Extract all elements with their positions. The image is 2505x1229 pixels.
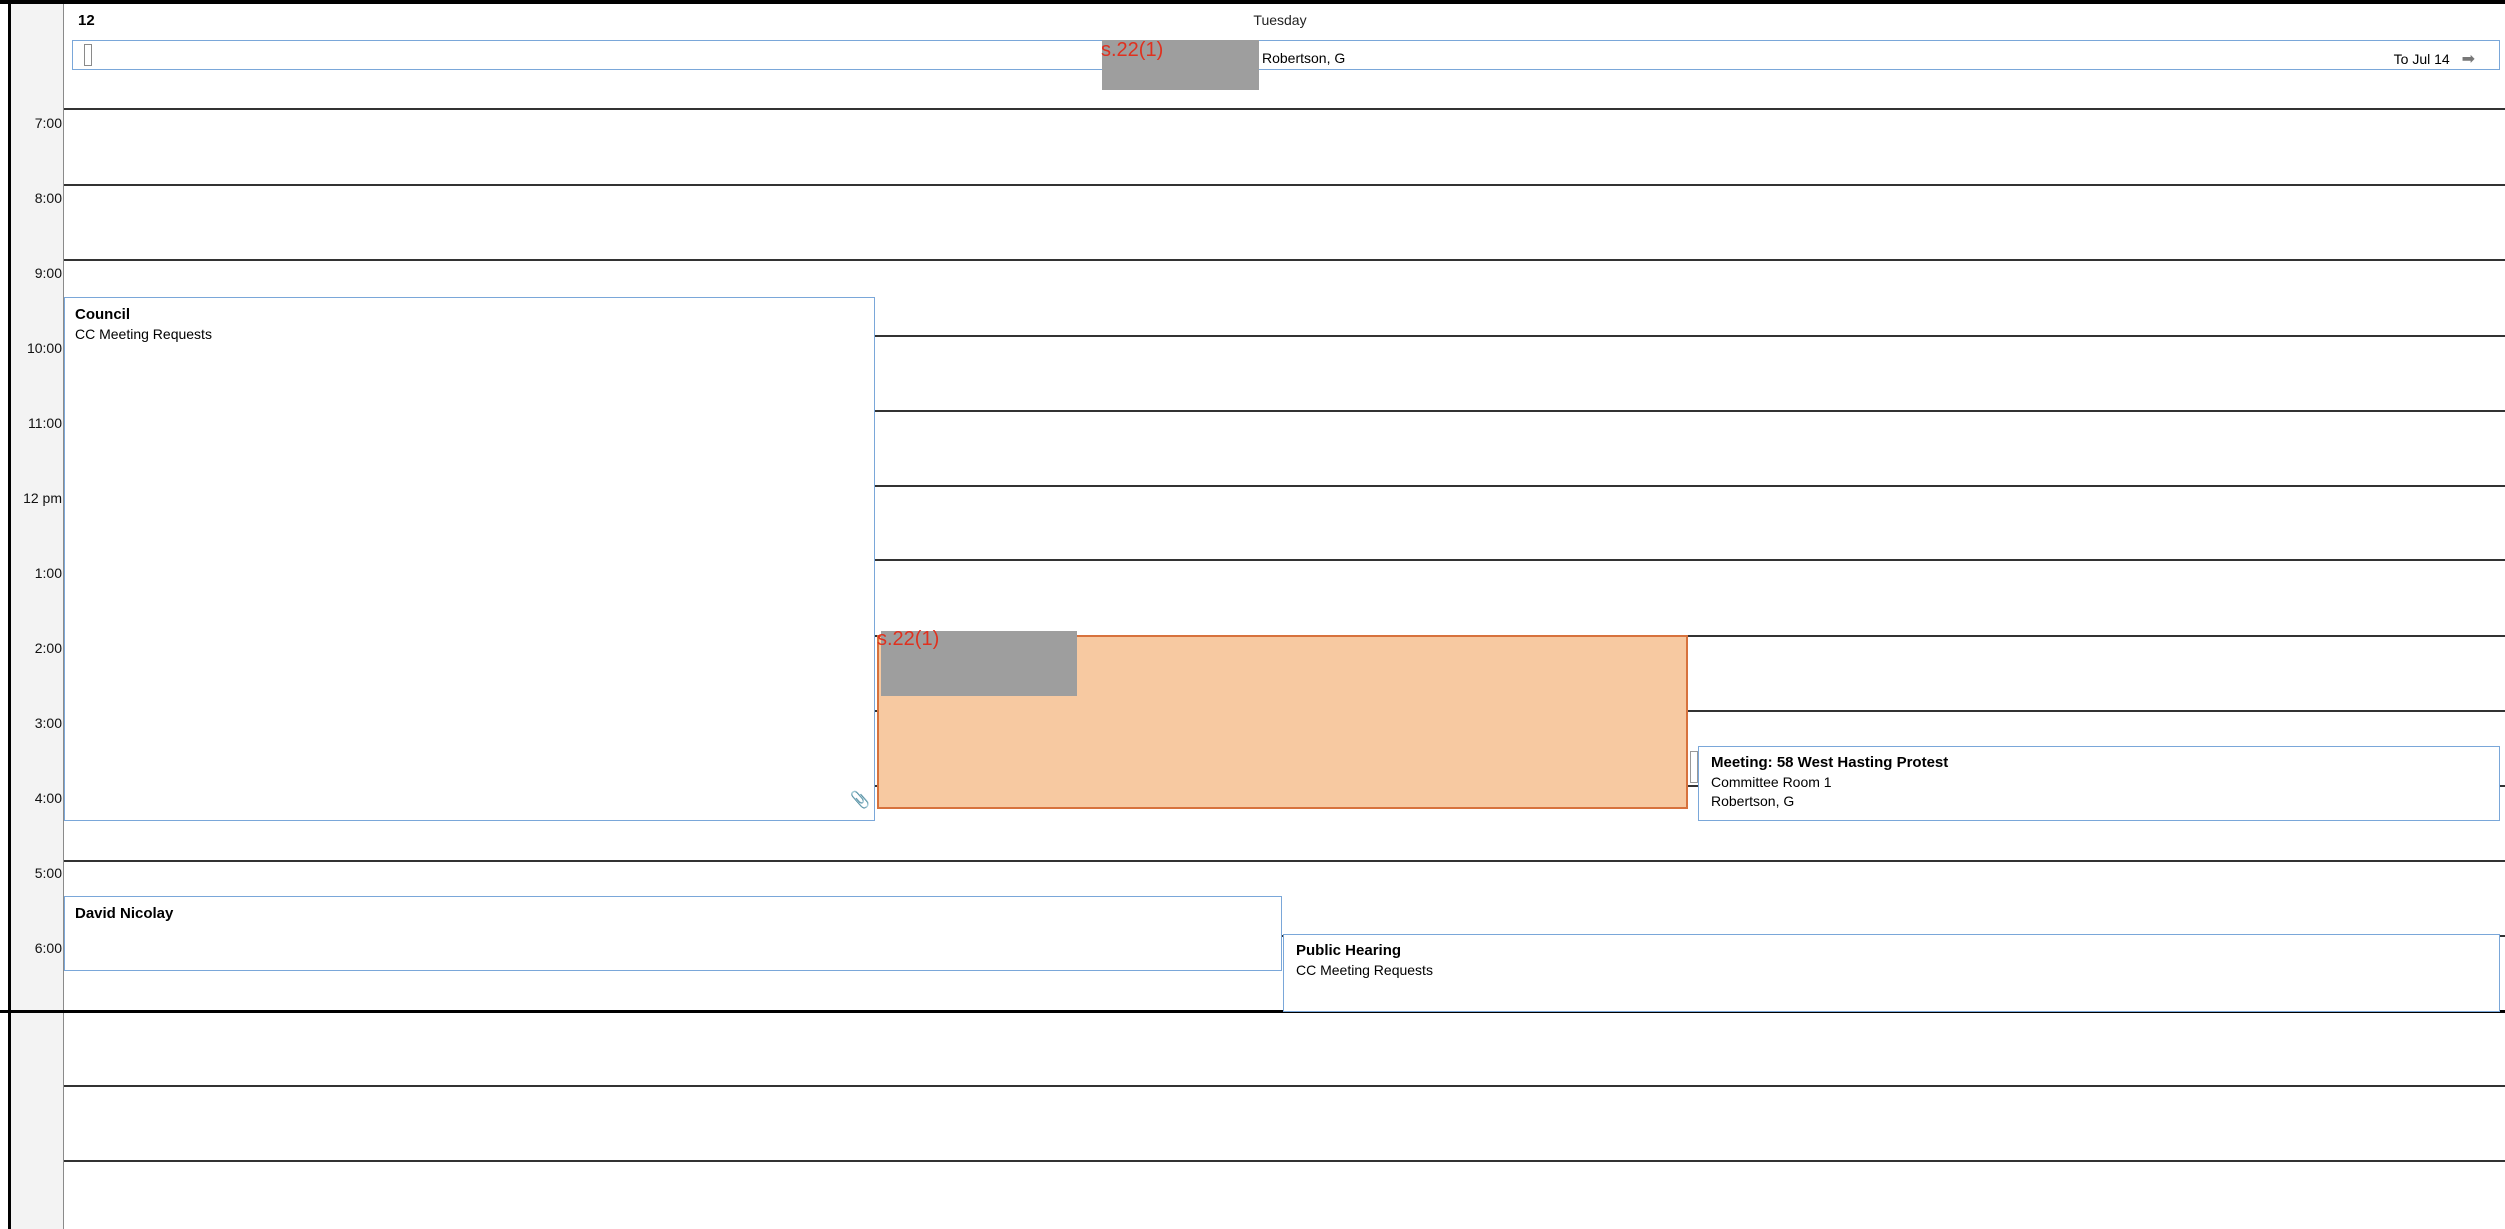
day-name: Tuesday <box>1253 12 1307 28</box>
appointment-public-hearing[interactable]: Public Hearing CC Meeting Requests <box>1283 934 2500 1012</box>
time-label: 2:00 <box>34 640 62 656</box>
to-next-label: To Jul 14 <box>2393 51 2450 67</box>
appointment-organizer: Robertson, G <box>1711 793 1795 809</box>
hour-divider <box>64 1085 2505 1087</box>
time-label: 7:00 <box>34 115 62 131</box>
appointment-category: CC Meeting Requests <box>75 326 212 342</box>
top-border <box>0 0 2505 4</box>
time-label: 4:00 <box>34 790 62 806</box>
to-next-button[interactable]: To Jul 14 ➡ <box>2394 49 2475 69</box>
hour-divider <box>64 860 2505 862</box>
day-number[interactable]: 12 <box>78 12 95 29</box>
time-label: 5:00 <box>34 865 62 881</box>
hour-divider <box>64 259 2505 261</box>
all-day-resize-handle[interactable] <box>84 44 92 66</box>
time-label: 10:00 <box>26 340 62 356</box>
time-label: 11:00 <box>28 415 62 431</box>
appointment-location: Committee Room 1 <box>1711 774 1832 790</box>
arrow-right-icon: ➡ <box>2461 51 2475 68</box>
time-label: 6:00 <box>34 940 62 956</box>
left-border <box>8 0 11 1229</box>
appointment-title: Meeting: 58 West Hasting Protest <box>1711 754 1949 771</box>
time-label: 8:00 <box>34 190 62 206</box>
appointment-meeting[interactable]: Meeting: 58 West Hasting Protest Committ… <box>1698 746 2500 821</box>
appointment-title: Council <box>75 306 130 323</box>
appointment-david-nicolay[interactable]: David Nicolay <box>64 896 1282 971</box>
all-day-owner: Robertson, G <box>1262 50 1346 66</box>
appointment-council[interactable]: Council CC Meeting Requests <box>64 297 875 821</box>
time-label: 1:00 <box>34 565 62 581</box>
hour-divider <box>64 108 2505 110</box>
attachment-icon: 📎 <box>850 792 870 809</box>
time-label: 9:00 <box>34 265 62 281</box>
time-label: 12 pm <box>23 490 62 506</box>
appointment-resize-handle[interactable] <box>1690 751 1698 783</box>
time-label: 3:00 <box>34 715 62 731</box>
redaction-label: s.22(1) <box>877 628 940 650</box>
appointment-category: CC Meeting Requests <box>1296 962 1433 978</box>
appointment-title: Public Hearing <box>1296 942 1402 959</box>
hour-divider <box>64 184 2505 186</box>
appointment-title: David Nicolay <box>75 905 174 922</box>
time-gutter <box>8 0 64 1229</box>
hour-divider <box>64 1160 2505 1162</box>
redaction-label: s.22(1) <box>1101 39 1164 61</box>
